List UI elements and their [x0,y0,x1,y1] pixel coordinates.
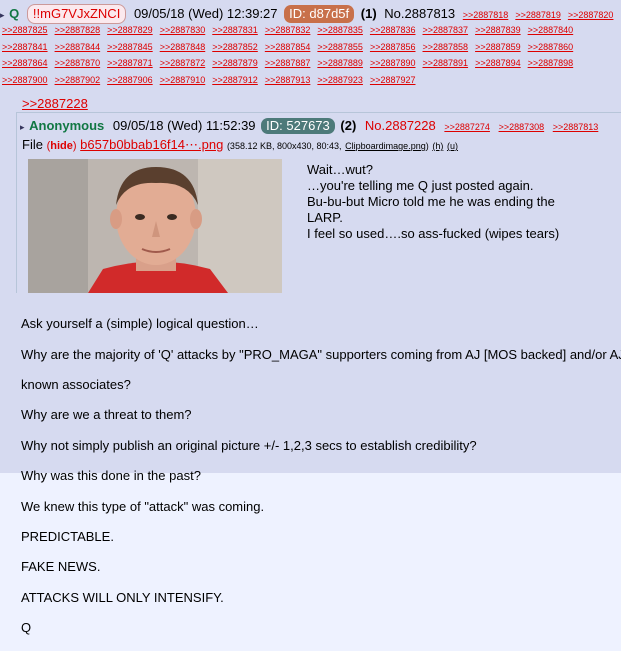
quoted-backlink[interactable]: >>2887274 [444,122,490,132]
quoted-backlink[interactable]: >>2887308 [499,122,545,132]
body-line: Q [21,620,32,636]
body-line: Why are we a threat to them? [21,407,192,423]
body-line: known associates? [21,377,131,393]
backlinks-inline: >>2887818 >>2887819 >>2887820 [463,10,621,20]
quoted-id-post-count: (2) [340,118,357,133]
quoted-post-date: 09/05/18 (Wed) 11:52:39 [112,118,256,133]
backlink[interactable]: >>2887902 [55,75,101,85]
id-post-count: (1) [360,6,377,21]
backlinks-row: >>2887900 >>2887902 >>2887906 >>2887910 >>28… [2,72,423,88]
body-line: ATTACKS WILL ONLY INTENSIFY. [21,589,224,605]
backlink[interactable]: >>2887913 [265,75,311,85]
backlink[interactable]: >>2887836 [370,25,416,35]
backlink[interactable]: >>2887870 [55,58,101,68]
backlink[interactable]: >>2887848 [160,42,206,52]
backlink[interactable]: >>2887858 [423,42,469,52]
backlink[interactable]: >>2887835 [317,25,363,35]
backlink[interactable]: >>2887832 [265,25,311,35]
hide-file-link[interactable]: (hide) [47,140,77,152]
backlink[interactable]: >>2887845 [107,42,153,52]
backlink[interactable]: >>2887837 [423,25,469,35]
backlinks-row: >>2887864 >>2887870 >>2887871 >>2887872 >>28… [2,55,580,71]
backlink[interactable]: >>2887819 [515,10,561,20]
quoted-post-number[interactable]: No.2887228 [365,118,436,133]
backlink[interactable]: >>2887912 [212,75,258,85]
backlink[interactable]: >>2887871 [107,58,153,68]
backlink[interactable]: >>2887854 [265,42,311,52]
body-line: Why are the majority of 'Q' attacks by "… [21,346,621,362]
backlink[interactable]: >>2887839 [475,25,521,35]
body-line: Why was this done in the past? [21,468,201,484]
body-line: We knew this type of "attack" was coming… [21,498,265,514]
thumbnail-photo [28,159,282,293]
post-header: ▸ Q !!mG7VJxZNCI 09/05/18 (Wed) 12:39:27… [0,4,620,24]
file-label: File [22,137,43,152]
backlinks-row: >>2887825 >>2887828 >>2887829 >>2887830 >>28… [2,22,580,38]
quoted-line: LARP. [307,210,343,225]
quoted-line: …you're telling me Q just posted again. [307,178,534,193]
backlinks-row: >>2887841 >>2887844 >>2887845 >>2887848 >>28… [2,39,580,55]
post-body: Ask yourself a (simple) logical question… [21,301,621,651]
tripcode: !!mG7VJxZNCI [26,4,127,24]
poster-id[interactable]: ID: d87d5f [284,5,355,23]
backlink[interactable]: >>2887927 [370,75,416,85]
backlink[interactable]: >>2887910 [160,75,206,85]
backlink[interactable]: >>2887820 [568,10,614,20]
quote-link[interactable]: >>2887228 [22,96,88,111]
u-link[interactable]: (u) [447,141,458,151]
post-container: ▸ Q !!mG7VJxZNCI 09/05/18 (Wed) 12:39:27… [0,0,621,635]
backlink[interactable]: >>2887923 [317,75,363,85]
body-line: FAKE NEWS. [21,559,101,575]
post-menu-arrow-icon[interactable]: ▸ [0,10,5,20]
body-line: Ask yourself a (simple) logical question… [21,316,259,332]
backlink[interactable]: >>2887856 [370,42,416,52]
quoted-post-header: ▸ Anonymous 09/05/18 (Wed) 11:52:39 ID: … [20,118,598,135]
quoted-line: Wait…wut? [307,162,373,177]
backlink[interactable]: >>2887879 [212,58,258,68]
backlink[interactable]: >>2887840 [528,25,574,35]
backlink[interactable]: >>2887855 [317,42,363,52]
file-info: File (hide) b657b0bbab16f14⋯.png (358.12… [22,137,458,152]
body-line: PREDICTABLE. [21,529,114,545]
h-link[interactable]: (h) [432,141,443,151]
quoted-post-menu-arrow-icon[interactable]: ▸ [20,122,25,132]
backlink[interactable]: >>2887894 [475,58,521,68]
backlink[interactable]: >>2887889 [317,58,363,68]
backlink[interactable]: >>2887825 [2,25,48,35]
backlink[interactable]: >>2887891 [423,58,469,68]
backlink[interactable]: >>2887859 [475,42,521,52]
quoted-post-body: Wait…wut? …you're telling me Q just post… [307,162,607,242]
backlink[interactable]: >>2887900 [2,75,48,85]
post-date: 09/05/18 (Wed) 12:39:27 [133,6,278,21]
backlink[interactable]: >>2887818 [463,10,509,20]
backlink[interactable]: >>2887828 [55,25,101,35]
quoted-line: I feel so used….so ass-fucked (wipes tea… [307,226,560,241]
quoted-poster-name: Anonymous [29,118,105,133]
backlink[interactable]: >>2887890 [370,58,416,68]
backlink[interactable]: >>2887852 [212,42,258,52]
poster-name: Q [9,6,20,21]
body-line: Why not simply publish an original pictu… [21,437,477,453]
quoted-poster-id[interactable]: ID: 527673 [261,118,335,134]
post-number[interactable]: No.2887813 [384,6,455,21]
backlink[interactable]: >>2887898 [528,58,574,68]
backlink[interactable]: >>2887841 [2,42,48,52]
backlink[interactable]: >>2887872 [160,58,206,68]
backlink[interactable]: >>2887860 [528,42,574,52]
backlink[interactable]: >>2887829 [107,25,153,35]
backlink[interactable]: >>2887864 [2,58,48,68]
backlink[interactable]: >>2887844 [55,42,101,52]
quoted-post: ▸ Anonymous 09/05/18 (Wed) 11:52:39 ID: … [16,112,621,293]
file-meta: (358.12 KB, 800x430, 80:43, [226,141,342,151]
file-original-name-link[interactable]: Clipboardimage.png [345,141,426,151]
image-thumbnail[interactable] [28,159,282,293]
backlink[interactable]: >>2887906 [107,75,153,85]
backlink[interactable]: >>2887831 [212,25,258,35]
quoted-line: Bu-bu-but Micro told me he was ending th… [307,194,555,209]
quoted-backlink[interactable]: >>2887813 [553,122,599,132]
backlink[interactable]: >>2887887 [265,58,311,68]
backlink[interactable]: >>2887830 [160,25,206,35]
file-name-link[interactable]: b657b0bbab16f14⋯.png [80,137,223,152]
